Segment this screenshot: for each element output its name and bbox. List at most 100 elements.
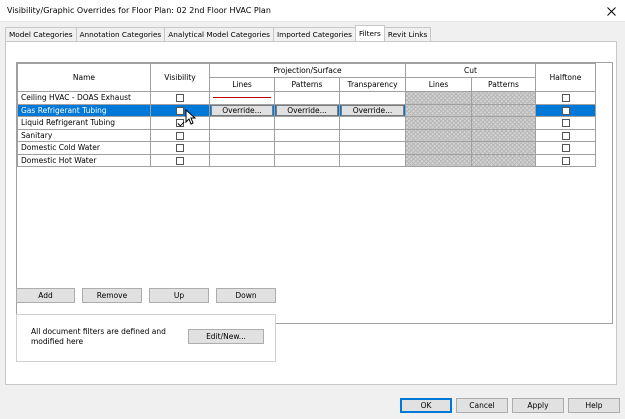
header-projection-patterns: Patterns [274, 77, 340, 92]
close-icon [606, 6, 616, 16]
table-row[interactable]: Sanitary [17, 128, 596, 142]
header-name[interactable]: Name [17, 63, 151, 92]
cut-lines-cell [405, 153, 472, 167]
add-button[interactable]: Add [16, 288, 75, 303]
halftone-checkbox[interactable] [561, 131, 570, 140]
row-name[interactable]: Domestic Cold Water [17, 141, 151, 155]
projection-transparency-override-button[interactable]: Override... [341, 104, 404, 116]
cut-patterns-cell [471, 103, 536, 117]
header-projection-lines: Lines [209, 77, 275, 92]
filters-grid: Name Visibility Projection/Surface Cut H… [16, 62, 613, 324]
cancel-button[interactable]: Cancel [456, 398, 508, 413]
projection-transparency-cell[interactable] [339, 128, 406, 142]
visibility-checkbox[interactable] [176, 94, 184, 103]
visibility-cell [150, 141, 210, 155]
down-button[interactable]: Down [216, 288, 276, 303]
cut-lines-cell [405, 103, 472, 117]
cut-lines-cell [405, 91, 472, 105]
halftone-cell [535, 103, 596, 117]
cut-lines-cell [405, 116, 472, 130]
cut-patterns-cell [471, 141, 536, 155]
halftone-cell [535, 116, 596, 130]
close-button[interactable] [597, 0, 625, 22]
filter-info-text: All document filters are defined and mod… [31, 327, 166, 346]
filter-info-box: All document filters are defined and mod… [16, 314, 276, 362]
ok-button[interactable]: OK [400, 398, 452, 413]
row-name[interactable]: Gas Refrigerant Tubing [17, 103, 151, 117]
halftone-checkbox[interactable] [561, 144, 570, 153]
projection-patterns-cell[interactable] [274, 153, 340, 167]
row-name[interactable]: Ceiling HVAC - DOAS Exhaust [17, 91, 151, 105]
halftone-cell [535, 141, 596, 155]
header-cut-patterns: Patterns [471, 77, 536, 92]
row-name[interactable]: Domestic Hot Water [17, 153, 151, 167]
table-row[interactable]: Domestic Hot Water [17, 153, 596, 167]
projection-transparency-cell[interactable] [339, 141, 406, 155]
visibility-cell [150, 91, 210, 105]
help-button[interactable]: Help [568, 398, 620, 413]
title-bar: Visibility/Graphic Overrides for Floor P… [0, 0, 625, 22]
tab-strip: Model Categories Annotation Categories A… [5, 25, 432, 41]
header-halftone[interactable]: Halftone [535, 63, 596, 92]
halftone-cell [535, 91, 596, 105]
cut-lines-cell [405, 141, 472, 155]
row-name[interactable]: Liquid Refrigerant Tubing [17, 116, 151, 130]
projection-patterns-cell: Override... [274, 103, 340, 117]
projection-patterns-override-button[interactable]: Override... [276, 104, 338, 116]
apply-button[interactable]: Apply [512, 398, 564, 413]
filters-table: Name Visibility Projection/Surface Cut H… [17, 63, 596, 167]
table-row[interactable]: Ceiling HVAC - DOAS Exhaust [17, 91, 596, 105]
dialog-footer: OK Cancel Apply Help [0, 392, 625, 419]
projection-transparency-cell[interactable] [339, 116, 406, 130]
mouse-pointer-icon [185, 109, 197, 125]
projection-lines-cell[interactable] [209, 141, 275, 155]
header-visibility[interactable]: Visibility [150, 63, 210, 92]
header-projection-surface: Projection/Surface [209, 63, 406, 78]
halftone-checkbox[interactable] [561, 156, 570, 165]
projection-lines-override-button[interactable]: Override... [211, 104, 273, 116]
row-name[interactable]: Sanitary [17, 128, 151, 142]
cut-patterns-cell [471, 116, 536, 130]
projection-patterns-cell[interactable] [274, 128, 340, 142]
tab-revit-links[interactable]: Revit Links [383, 27, 432, 41]
visibility-checkbox[interactable] [176, 131, 184, 140]
table-row[interactable]: Gas Refrigerant Tubing Override... Overr… [17, 103, 596, 117]
table-row[interactable]: Liquid Refrigerant Tubing [17, 116, 596, 130]
projection-transparency-cell: Override... [339, 103, 406, 117]
visibility-checkbox[interactable] [176, 144, 184, 153]
tab-analytical-model-categories[interactable]: Analytical Model Categories [164, 27, 274, 41]
halftone-cell [535, 153, 596, 167]
edit-new-button[interactable]: Edit/New... [188, 329, 264, 344]
projection-patterns-cell[interactable] [274, 141, 340, 155]
halftone-checkbox[interactable] [561, 106, 570, 115]
up-button[interactable]: Up [149, 288, 209, 303]
visibility-cell [150, 153, 210, 167]
filters-panel: Name Visibility Projection/Surface Cut H… [5, 41, 617, 385]
visibility-cell [150, 128, 210, 142]
projection-lines-cell[interactable] [209, 153, 275, 167]
halftone-checkbox[interactable] [561, 119, 570, 128]
tab-annotation-categories[interactable]: Annotation Categories [75, 27, 166, 41]
visibility-checkbox[interactable] [176, 156, 184, 165]
visibility-checkbox[interactable] [176, 106, 184, 115]
tab-model-categories[interactable]: Model Categories [5, 27, 77, 41]
window-title: Visibility/Graphic Overrides for Floor P… [7, 6, 271, 15]
projection-patterns-cell[interactable] [274, 116, 340, 130]
cut-patterns-cell [471, 128, 536, 142]
visibility-cell [150, 103, 210, 117]
projection-lines-cell: Override... [209, 103, 275, 117]
projection-patterns-cell[interactable] [274, 91, 340, 105]
tab-filters[interactable]: Filters [354, 25, 385, 41]
projection-transparency-cell[interactable] [339, 91, 406, 105]
tab-imported-categories[interactable]: Imported Categories [272, 27, 356, 41]
remove-button[interactable]: Remove [82, 288, 142, 303]
halftone-checkbox[interactable] [561, 94, 570, 103]
halftone-cell [535, 128, 596, 142]
projection-lines-cell[interactable] [209, 116, 275, 130]
visibility-checkbox[interactable] [176, 119, 184, 128]
projection-lines-cell[interactable] [209, 128, 275, 142]
cut-lines-cell [405, 128, 472, 142]
table-row[interactable]: Domestic Cold Water [17, 141, 596, 155]
projection-transparency-cell[interactable] [339, 153, 406, 167]
projection-lines-cell[interactable] [209, 91, 275, 105]
